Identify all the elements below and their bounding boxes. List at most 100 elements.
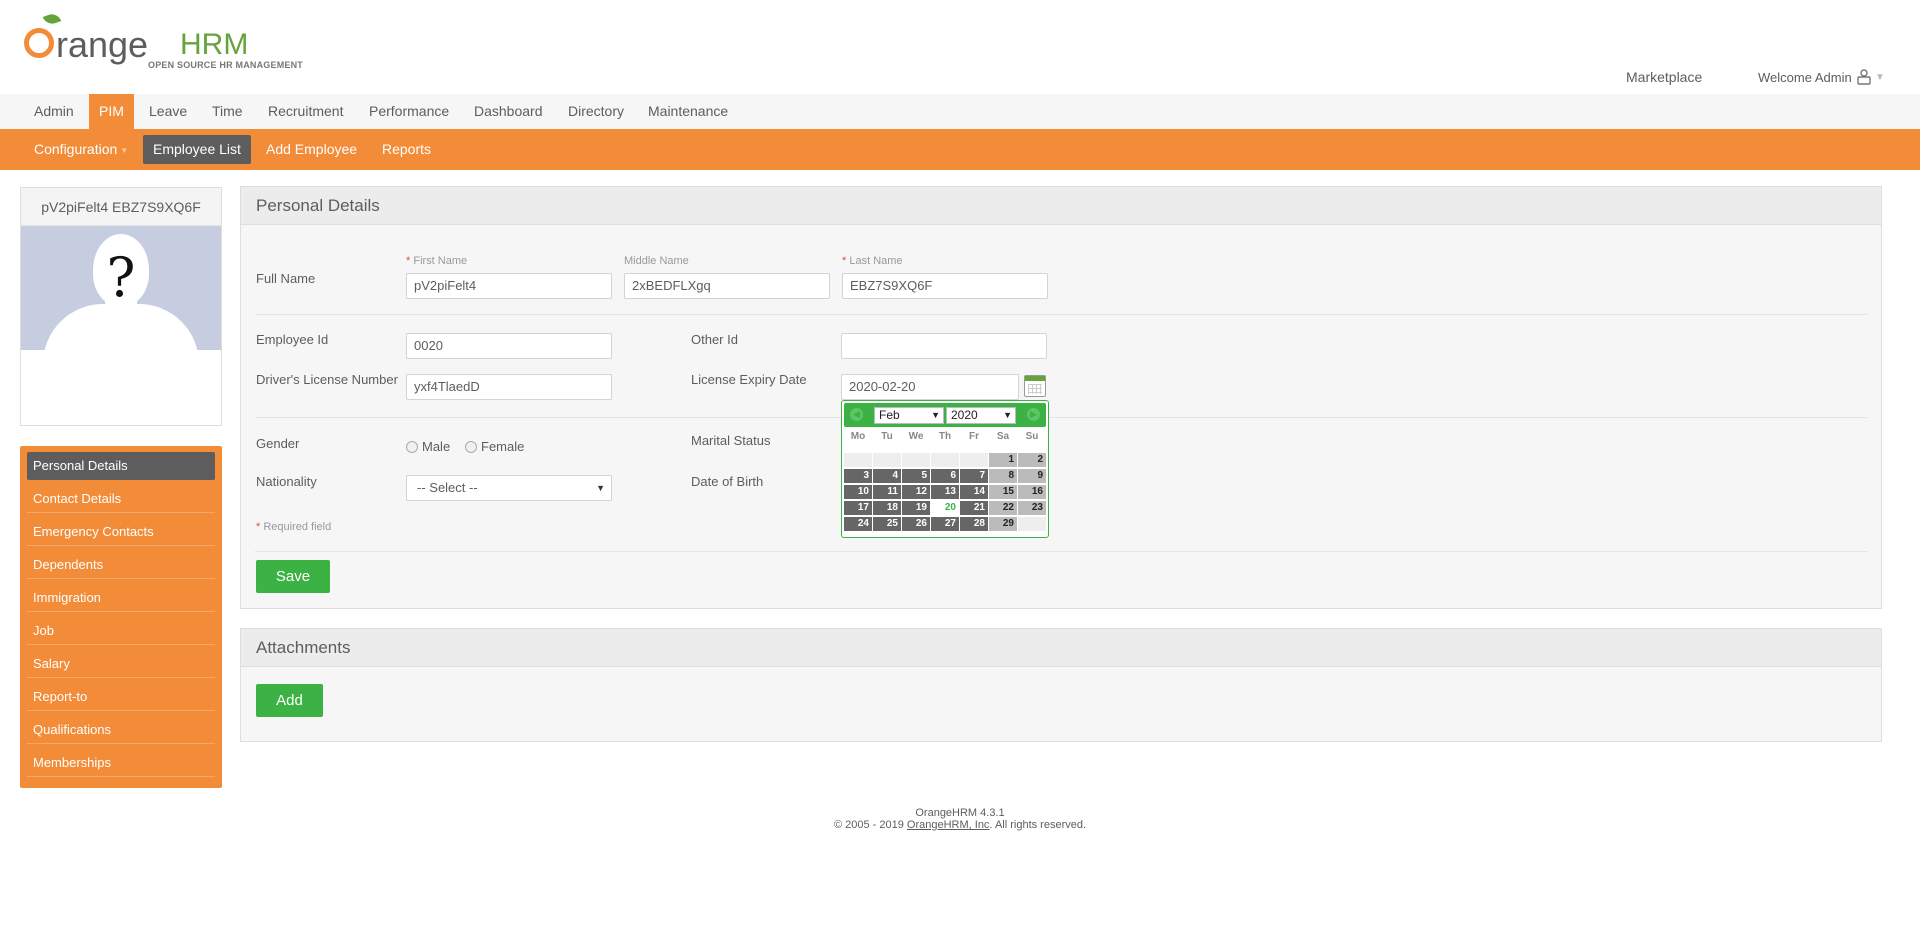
submenu-reports[interactable]: Reports — [372, 135, 441, 164]
calendar-day[interactable]: 1 — [989, 453, 1017, 467]
sidenav-dependents[interactable]: Dependents — [27, 551, 215, 579]
year-value: 2020 — [951, 408, 978, 422]
calendar-day[interactable]: 27 — [931, 517, 959, 531]
menu-leave[interactable]: Leave — [139, 94, 197, 129]
save-button[interactable]: Save — [256, 560, 330, 593]
calendar-day[interactable]: 14 — [960, 485, 988, 499]
calendar-grid — [1028, 384, 1042, 394]
submenu-employee-list[interactable]: Employee List — [143, 135, 251, 164]
calendar-day[interactable]: 17 — [844, 501, 872, 515]
side-nav: Personal Details Contact Details Emergen… — [20, 446, 222, 788]
calendar-day[interactable]: 3 — [844, 469, 872, 483]
calendar-day[interactable]: 6 — [931, 469, 959, 483]
company-link[interactable]: OrangeHRM, Inc — [907, 819, 990, 831]
marketplace-link[interactable]: Marketplace — [1626, 69, 1702, 85]
sidenav-emergency-contacts[interactable]: Emergency Contacts — [27, 518, 215, 546]
calendar-icon[interactable] — [1024, 375, 1046, 397]
menu-admin[interactable]: Admin — [24, 94, 84, 129]
license-expiry-input[interactable]: 2020-02-20 — [841, 374, 1019, 400]
sidenav-job[interactable]: Job — [27, 617, 215, 645]
divider — [255, 417, 1867, 418]
gender-male-label[interactable]: Male — [422, 439, 450, 454]
calendar-day[interactable]: 21 — [960, 501, 988, 515]
sidenav-memberships[interactable]: Memberships — [27, 749, 215, 777]
required-star: * — [842, 255, 847, 267]
calendar-day[interactable]: 15 — [989, 485, 1017, 499]
menu-maintenance[interactable]: Maintenance — [638, 94, 738, 129]
calendar-day[interactable]: 2 — [1018, 453, 1046, 467]
sidenav-immigration[interactable]: Immigration — [27, 584, 215, 612]
add-attachment-button[interactable]: Add — [256, 684, 323, 717]
calendar-day[interactable]: 26 — [902, 517, 930, 531]
calendar-day[interactable]: 28 — [960, 517, 988, 531]
calendar-day[interactable]: 23 — [1018, 501, 1046, 515]
month-select[interactable]: Feb ▼ — [874, 407, 944, 424]
submenu-configuration[interactable]: Configuration ▼ — [24, 135, 138, 164]
calendar-day[interactable]: 9 — [1018, 469, 1046, 483]
month-value: Feb — [879, 408, 900, 422]
last-name-input[interactable]: EBZ7S9XQ6F — [842, 273, 1048, 299]
sidenav-qualifications[interactable]: Qualifications — [27, 716, 215, 744]
calendar-day[interactable]: 4 — [873, 469, 901, 483]
employee-name: pV2piFelt4 EBZ7S9XQ6F — [21, 188, 221, 226]
calendar-day[interactable]: 7 — [960, 469, 988, 483]
menu-pim[interactable]: PIM — [89, 94, 134, 129]
menu-dashboard[interactable]: Dashboard — [464, 94, 553, 129]
first-name-input[interactable]: pV2piFelt4 — [406, 273, 612, 299]
calendar-day[interactable]: 19 — [902, 501, 930, 515]
divider — [255, 314, 1867, 315]
orangehrm-logo[interactable]: range HRM OPEN SOURCE HR MANAGEMENT — [22, 10, 312, 72]
calendar-day[interactable]: 25 — [873, 517, 901, 531]
calendar-day[interactable]: 5 — [902, 469, 930, 483]
sidenav-salary[interactable]: Salary — [27, 650, 215, 678]
copyright-suffix: . All rights reserved. — [989, 819, 1087, 831]
calendar-day[interactable]: 12 — [902, 485, 930, 499]
divider — [255, 551, 1867, 552]
calendar-day[interactable]: 11 — [873, 485, 901, 499]
welcome-menu[interactable]: Welcome Admin — [1758, 70, 1852, 85]
nationality-value: -- Select -- — [417, 480, 478, 495]
nationality-select[interactable]: -- Select -- ▼ — [406, 475, 612, 501]
chevron-down-icon: ▼ — [931, 410, 940, 420]
calendar-day[interactable]: 16 — [1018, 485, 1046, 499]
chevron-down-icon[interactable]: ▼ — [1875, 72, 1885, 83]
sidenav-contact-details[interactable]: Contact Details — [27, 485, 215, 513]
user-lock-icon[interactable] — [1857, 69, 1871, 85]
calendar-day[interactable]: 18 — [873, 501, 901, 515]
calendar-day[interactable]: 8 — [989, 469, 1017, 483]
submenu-add-employee[interactable]: Add Employee — [256, 135, 367, 164]
employee-id-input[interactable]: 0020 — [406, 333, 612, 359]
menu-time[interactable]: Time — [202, 94, 253, 129]
submenu-configuration-label: Configuration — [34, 141, 118, 157]
gender-male-radio[interactable] — [406, 441, 418, 453]
logo-tagline: OPEN SOURCE HR MANAGEMENT — [148, 60, 304, 70]
calendar-day[interactable]: 13 — [931, 485, 959, 499]
gender-female-label[interactable]: Female — [481, 439, 524, 454]
employee-photo[interactable]: ? — [21, 226, 221, 350]
sidenav-report-to[interactable]: Report-to — [27, 683, 215, 711]
menu-recruitment[interactable]: Recruitment — [258, 94, 353, 129]
license-number-input[interactable]: yxf4TlaedD — [406, 374, 612, 400]
calendar-day[interactable]: 10 — [844, 485, 872, 499]
middle-name-label: Middle Name — [624, 255, 689, 267]
calendar-day[interactable]: 29 — [989, 517, 1017, 531]
middle-name-input[interactable]: 2xBEDFLXgq — [624, 273, 830, 299]
chevron-down-icon: ▼ — [596, 483, 605, 493]
calendar-day[interactable]: 20 — [931, 501, 959, 515]
next-month-icon[interactable]: ▶ — [1027, 408, 1040, 421]
other-id-label: Other Id — [691, 332, 738, 347]
profile-card: pV2piFelt4 EBZ7S9XQ6F ? — [20, 187, 222, 426]
calendar-day[interactable]: 22 — [989, 501, 1017, 515]
prev-month-icon[interactable]: ◀ — [850, 408, 863, 421]
calendar-day[interactable]: 24 — [844, 517, 872, 531]
menu-directory[interactable]: Directory — [558, 94, 634, 129]
gender-label: Gender — [256, 436, 300, 451]
attachments-title: Attachments — [241, 629, 1881, 667]
employee-id-label: Employee Id — [256, 332, 329, 347]
gender-female-radio[interactable] — [465, 441, 477, 453]
other-id-input[interactable] — [841, 333, 1047, 359]
calendar-empty-cell — [844, 453, 872, 467]
menu-performance[interactable]: Performance — [359, 94, 459, 129]
sidenav-personal-details[interactable]: Personal Details — [27, 452, 215, 480]
year-select[interactable]: 2020 ▼ — [946, 407, 1016, 424]
